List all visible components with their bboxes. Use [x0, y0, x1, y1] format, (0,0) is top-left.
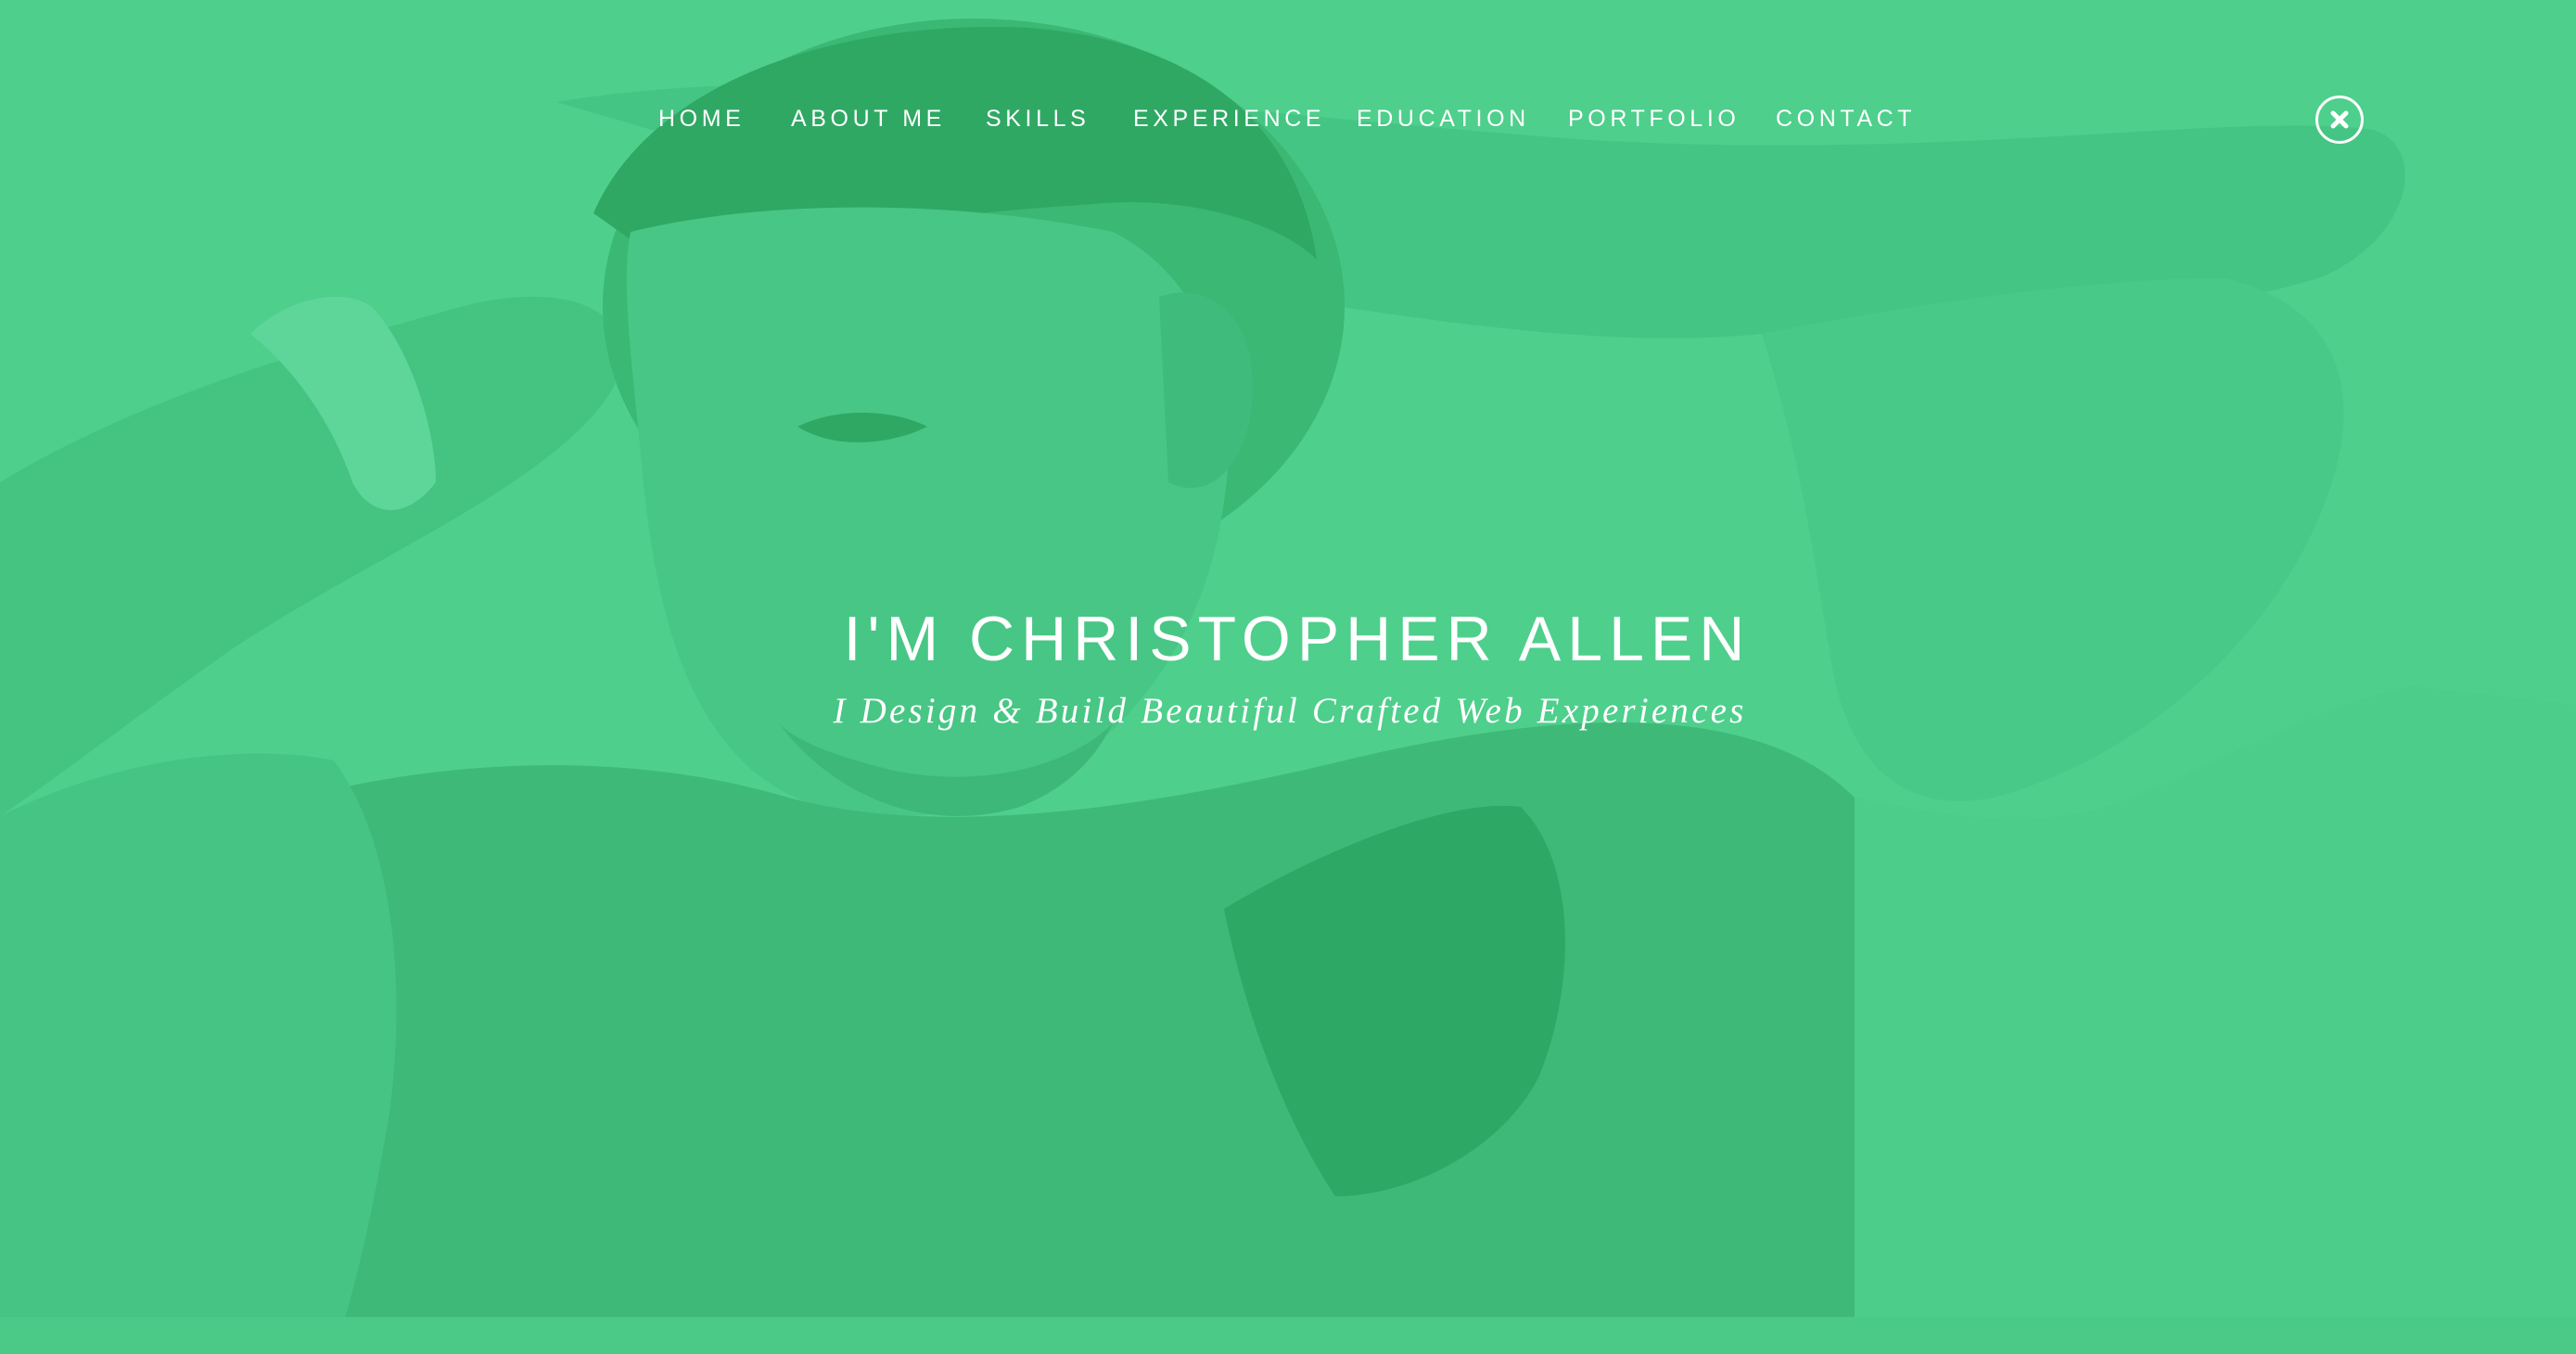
nav-skills[interactable]: SKILLS: [986, 106, 1090, 133]
nav-experience[interactable]: EXPERIENCE: [1133, 106, 1325, 133]
main-nav: HOME ABOUT ME SKILLS EXPERIENCE EDUCATIO…: [0, 106, 2576, 143]
background-photo: [0, 0, 2576, 1354]
nav-home[interactable]: HOME: [658, 106, 745, 133]
nav-contact[interactable]: CONTACT: [1776, 106, 1916, 133]
hero-section: HOME ABOUT ME SKILLS EXPERIENCE EDUCATIO…: [0, 0, 2576, 1354]
close-icon: [2330, 110, 2349, 129]
hero-title: I'M CHRISTOPHER ALLEN: [843, 604, 1752, 674]
close-button[interactable]: [2315, 96, 2364, 144]
nav-about-me[interactable]: ABOUT ME: [791, 106, 946, 133]
nav-education[interactable]: EDUCATION: [1357, 106, 1530, 133]
hero-tagline: I Design & Build Beautiful Crafted Web E…: [833, 691, 1747, 731]
nav-portfolio[interactable]: PORTFOLIO: [1568, 106, 1740, 133]
